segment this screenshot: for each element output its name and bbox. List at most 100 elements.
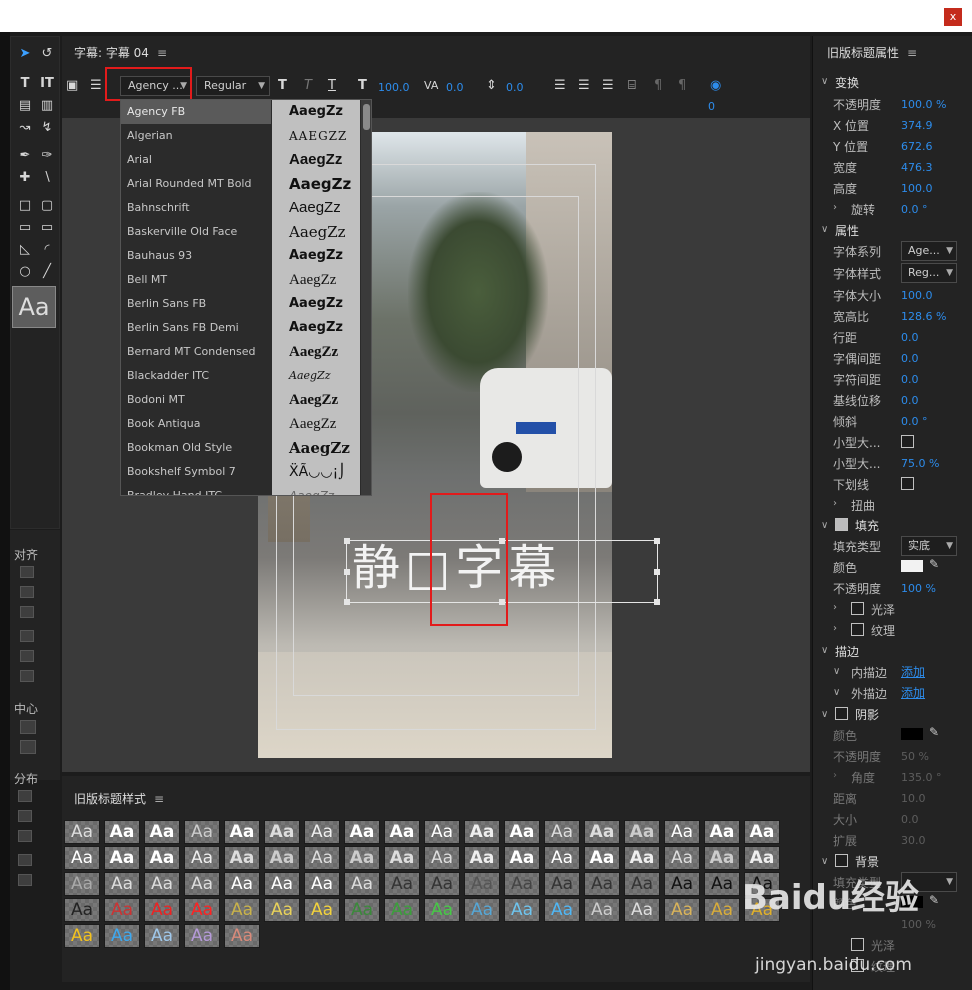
style-swatch[interactable]: Aa xyxy=(384,898,420,922)
style-swatch[interactable]: Aa xyxy=(624,872,660,896)
font-family-list[interactable]: Agency FB Algerian Arial Arial Rounded M… xyxy=(120,99,372,496)
paragraph-ltr-icon[interactable]: ¶ xyxy=(654,78,662,93)
bg-sheen-checkbox[interactable] xyxy=(851,938,864,951)
style-swatch[interactable]: Aa xyxy=(184,820,220,844)
bg-opacity-value[interactable]: 100 % xyxy=(901,918,936,931)
font-style-select[interactable]: Reg... ▼ xyxy=(901,263,957,283)
font-item[interactable]: Bernard MT Condensed xyxy=(121,340,271,364)
align-right-icon[interactable] xyxy=(20,606,34,618)
angle-value[interactable]: 135.0 ° xyxy=(901,771,942,784)
rounded-rect-tool-icon[interactable]: ▭ xyxy=(15,219,35,237)
chevron-right-icon[interactable]: › xyxy=(833,202,837,213)
chevron-right-icon[interactable]: › xyxy=(833,770,837,781)
style-swatch[interactable]: Aa xyxy=(144,924,180,948)
arc-tool-icon[interactable]: ◜ xyxy=(37,241,57,259)
style-swatch[interactable]: Aa xyxy=(744,820,780,844)
style-swatch[interactable]: Aa xyxy=(304,898,340,922)
area-type-tool-icon[interactable]: ▤ xyxy=(15,97,35,115)
center-vertical-icon[interactable] xyxy=(20,740,36,754)
align-top-icon[interactable] xyxy=(20,630,34,642)
eyedropper-icon[interactable]: ✎ xyxy=(929,557,939,571)
shadow-opacity-value[interactable]: 50 % xyxy=(901,750,929,763)
type-tool-icon[interactable]: T xyxy=(15,75,35,93)
small-caps-checkbox[interactable] xyxy=(901,435,914,448)
style-swatch[interactable]: Aa xyxy=(704,872,740,896)
font-item[interactable]: Berlin Sans FB Demi xyxy=(121,316,271,340)
tracking-value[interactable]: 0.0 xyxy=(901,373,919,386)
style-swatch[interactable]: Aa xyxy=(224,924,260,948)
chevron-right-icon[interactable]: › xyxy=(833,602,837,613)
path-type-tool-icon[interactable]: ↝ xyxy=(15,119,35,137)
shadow-color-swatch[interactable] xyxy=(901,728,923,740)
style-swatch[interactable]: Aa xyxy=(704,820,740,844)
style-swatch[interactable]: Aa xyxy=(584,820,620,844)
align-center-text-icon[interactable]: ☰ xyxy=(578,78,590,93)
style-swatch[interactable]: Aa xyxy=(384,820,420,844)
style-swatch[interactable]: Aa xyxy=(664,820,700,844)
style-swatch[interactable]: Aa xyxy=(664,846,700,870)
chevron-down-icon[interactable]: ∨ xyxy=(821,224,828,235)
chevron-down-icon[interactable]: ∨ xyxy=(821,856,828,867)
chevron-right-icon[interactable]: › xyxy=(833,498,837,509)
style-swatch[interactable]: Aa xyxy=(504,872,540,896)
style-swatch[interactable]: Aa xyxy=(64,898,100,922)
distribute-right-icon[interactable] xyxy=(18,830,32,842)
font-item[interactable]: Berlin Sans FB xyxy=(121,292,271,316)
texture-checkbox[interactable] xyxy=(851,623,864,636)
convert-anchor-tool-icon[interactable]: ∖ xyxy=(37,169,57,187)
style-swatch[interactable]: Aa xyxy=(144,872,180,896)
bold-button[interactable]: T xyxy=(278,78,287,93)
center-horizontal-icon[interactable] xyxy=(20,720,36,734)
style-swatch[interactable]: Aa xyxy=(624,846,660,870)
style-swatch[interactable]: Aa xyxy=(504,846,540,870)
distribute-center-icon[interactable] xyxy=(18,810,32,822)
background-checkbox[interactable] xyxy=(835,854,848,867)
style-swatch[interactable]: Aa xyxy=(424,898,460,922)
style-swatch[interactable]: Aa xyxy=(344,872,380,896)
style-swatch[interactable]: Aa xyxy=(184,898,220,922)
style-swatch[interactable]: Aa xyxy=(624,898,660,922)
font-item[interactable]: Arial xyxy=(121,148,271,172)
aspect-value[interactable]: 128.6 % xyxy=(901,310,946,323)
style-swatch[interactable]: Aa xyxy=(304,820,340,844)
add-outer-stroke-link[interactable]: 添加 xyxy=(901,684,925,701)
style-swatch[interactable]: Aa xyxy=(184,924,220,948)
font-item[interactable]: Bauhaus 93 xyxy=(121,244,271,268)
height-value[interactable]: 100.0 xyxy=(901,182,933,195)
background-section[interactable]: 背景 xyxy=(855,853,879,870)
style-swatch[interactable]: Aa xyxy=(224,846,260,870)
style-swatch[interactable]: Aa xyxy=(144,820,180,844)
style-swatch[interactable]: Aa xyxy=(544,898,580,922)
style-swatch[interactable]: Aa xyxy=(584,846,620,870)
style-swatch[interactable]: Aa xyxy=(344,846,380,870)
style-swatch[interactable]: Aa xyxy=(384,872,420,896)
style-swatch[interactable]: Aa xyxy=(504,820,540,844)
panel-menu-icon[interactable]: ≡ xyxy=(157,46,167,60)
align-hcenter-icon[interactable] xyxy=(20,586,34,598)
chevron-down-icon[interactable]: ∨ xyxy=(833,666,840,677)
font-item[interactable]: Bookshelf Symbol 7 xyxy=(121,460,271,484)
style-swatch[interactable]: Aa xyxy=(144,846,180,870)
font-item[interactable]: Algerian xyxy=(121,124,271,148)
opacity-value[interactable]: 100.0 % xyxy=(901,98,946,111)
resize-handle[interactable] xyxy=(654,569,660,575)
style-swatch[interactable]: Aa xyxy=(664,898,700,922)
style-swatch[interactable]: Aa xyxy=(464,820,500,844)
tab-icon[interactable]: ⌸ xyxy=(628,78,636,93)
shadow-checkbox[interactable] xyxy=(835,707,848,720)
underline-button[interactable]: T xyxy=(328,78,336,93)
style-swatch[interactable]: Aa xyxy=(264,872,300,896)
font-item[interactable]: Agency FB xyxy=(121,100,271,124)
font-item[interactable]: Bradley Hand ITC xyxy=(121,484,271,495)
style-swatch[interactable]: Aa xyxy=(104,846,140,870)
resize-handle[interactable] xyxy=(654,538,660,544)
font-item[interactable]: Baskerville Old Face xyxy=(121,220,271,244)
close-icon[interactable]: x xyxy=(944,8,962,26)
style-swatch[interactable]: Aa xyxy=(104,898,140,922)
style-swatch[interactable]: Aa xyxy=(104,924,140,948)
style-swatch[interactable]: Aa xyxy=(64,872,100,896)
font-family-select[interactable]: Age... ▼ xyxy=(901,241,957,261)
sheen-checkbox[interactable] xyxy=(851,602,864,615)
chevron-down-icon[interactable]: ∨ xyxy=(833,687,840,698)
fill-checkbox[interactable] xyxy=(835,518,848,531)
